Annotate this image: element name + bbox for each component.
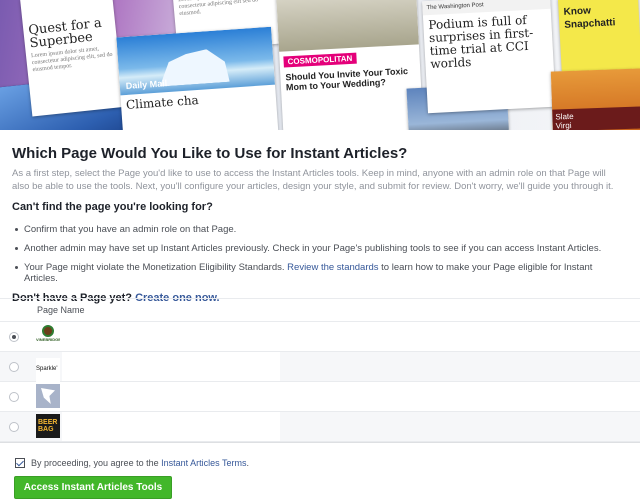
page-avatar: Sparkle' <box>36 358 60 382</box>
column-header-page-name: Page Name <box>37 305 85 315</box>
page-title: Which Page Would You Like to Use for Ins… <box>12 145 408 162</box>
page-table: Page Name VINEBRIDGE Sparkle' BEER BAG <box>0 298 640 442</box>
page-radio[interactable] <box>9 422 19 432</box>
page-radio[interactable] <box>9 332 19 342</box>
page-name-redacted <box>62 412 280 441</box>
cant-find-heading: Can't find the page you're looking for? <box>12 201 213 213</box>
avatar-text: VINEBRIDGE <box>36 337 60 342</box>
table-row[interactable]: BEER BAG <box>0 412 640 442</box>
main-content: Which Page Would You Like to Use for Ins… <box>12 144 628 304</box>
hero-card-title: Virgi <box>555 120 572 130</box>
hero-card-title: Know Snapchatti <box>563 5 616 31</box>
hero-card-cosmo: COSMOPOLITAN Should You Invite Your Toxi… <box>276 0 424 130</box>
hero-card-wapo: The Washington Post Podium is full of su… <box>422 0 556 114</box>
cosmo-logo: COSMOPOLITAN <box>283 52 357 68</box>
tip-item: Your Page might violate the Monetization… <box>12 262 628 284</box>
tip-text: Your Page might violate the Monetization… <box>24 262 285 273</box>
dailymail-logo: Daily Mail <box>125 78 168 91</box>
hero-card-superbee: Quest for a Superbee Lorem ipsum dolor s… <box>20 0 124 117</box>
intro-text: As a first step, select the Page you'd l… <box>12 168 614 192</box>
avatar-text: BEER BAG <box>38 419 58 433</box>
hero-card-title: Podium is full of surprises in first-tim… <box>428 12 534 72</box>
hero-card-title: Should You Invite Your Toxic Mom to Your… <box>285 65 409 93</box>
terms-text: By proceeding, you agree to the <box>31 458 159 468</box>
terms-period: . <box>246 458 249 468</box>
review-standards-link[interactable]: Review the standards <box>287 262 378 273</box>
table-header: Page Name <box>0 298 640 322</box>
page-name-redacted <box>62 382 280 411</box>
page-radio[interactable] <box>9 392 19 402</box>
page-radio[interactable] <box>9 362 19 372</box>
access-tools-button[interactable]: Access Instant Articles Tools <box>14 476 172 499</box>
hero-card-slate: Slate Virgi <box>550 68 640 130</box>
hero-banner: Quest for a Superbee Lorem ipsum dolor s… <box>0 0 640 130</box>
page-avatar: BEER BAG <box>36 414 60 438</box>
table-row[interactable]: VINEBRIDGE <box>0 322 640 352</box>
footer: By proceeding, you agree to the Instant … <box>0 442 640 502</box>
table-row[interactable]: Sparkle' <box>0 352 640 382</box>
page-avatar <box>36 384 60 408</box>
page-name-redacted <box>62 322 280 351</box>
tip-item: Another admin may have set up Instant Ar… <box>12 243 628 254</box>
terms-checkbox[interactable] <box>15 458 25 468</box>
terms-link[interactable]: Instant Articles Terms <box>161 458 246 468</box>
table-row[interactable] <box>0 382 640 412</box>
tip-item: Confirm that you have an admin role on t… <box>12 224 628 235</box>
tips-list: Confirm that you have an admin role on t… <box>12 224 628 284</box>
terms-agreement: By proceeding, you agree to the Instant … <box>15 458 249 468</box>
page-avatar: VINEBRIDGE <box>36 324 60 348</box>
page-name-redacted <box>62 352 280 381</box>
hero-card-dailymail: Daily Mail Climate cha <box>116 26 279 130</box>
tip-text: Another admin may have set up Instant Ar… <box>24 243 602 254</box>
avatar-text: Sparkle' <box>36 366 58 372</box>
